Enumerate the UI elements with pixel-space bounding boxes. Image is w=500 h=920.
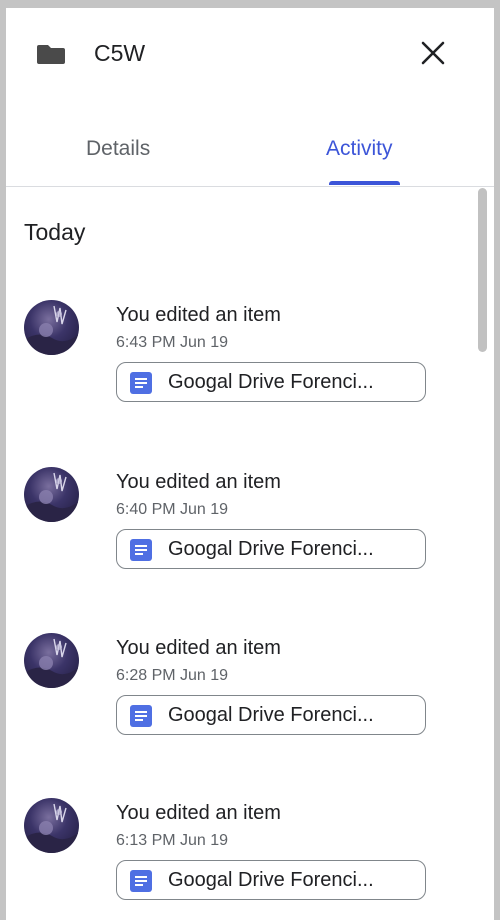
close-button[interactable] [415,38,451,70]
docs-icon [130,372,152,394]
docs-icon [130,870,152,892]
scrollbar-thumb[interactable] [478,188,487,352]
tab-bar: Details Activity [6,118,494,187]
activity-timestamp: 6:43 PM Jun 19 [116,334,229,351]
active-tab-indicator [329,181,400,185]
tab-details[interactable]: Details [86,136,150,162]
activity-description: You edited an item [116,637,281,659]
activity-description: You edited an item [116,802,281,824]
file-name: Googal Drive Forenci... [168,869,374,891]
panel-title: C5W [94,40,146,66]
file-chip[interactable]: Googal Drive Forenci... [116,529,426,569]
activity-item: You edited an item 6:40 PM Jun 19 Googal… [6,467,471,597]
activity-timestamp: 6:13 PM Jun 19 [116,832,229,849]
activity-description: You edited an item [116,304,281,326]
docs-icon [130,539,152,561]
avatar [24,467,79,522]
activity-item: You edited an item 6:43 PM Jun 19 Googal… [6,300,471,430]
folder-icon [37,45,65,64]
tab-activity[interactable]: Activity [326,136,393,162]
file-chip[interactable]: Googal Drive Forenci... [116,362,426,402]
file-name: Googal Drive Forenci... [168,538,374,560]
file-name: Googal Drive Forenci... [168,704,374,726]
close-icon [421,41,445,65]
activity-timestamp: 6:28 PM Jun 19 [116,667,229,684]
docs-icon [130,705,152,727]
activity-timestamp: 6:40 PM Jun 19 [116,501,229,518]
activity-panel: C5W Details Activity Today You edited an… [6,8,494,920]
activity-item: You edited an item 6:13 PM Jun 19 Googal… [6,798,471,920]
panel-header: C5W [6,8,494,100]
file-chip[interactable]: Googal Drive Forenci... [116,695,426,735]
scrollbar[interactable] [476,186,488,920]
activity-item: You edited an item 6:28 PM Jun 19 Googal… [6,633,471,763]
avatar [24,798,79,853]
avatar [24,633,79,688]
section-heading-today: Today [24,219,86,245]
activity-description: You edited an item [116,471,281,493]
file-chip[interactable]: Googal Drive Forenci... [116,860,426,900]
avatar [24,300,79,355]
file-name: Googal Drive Forenci... [168,371,374,393]
